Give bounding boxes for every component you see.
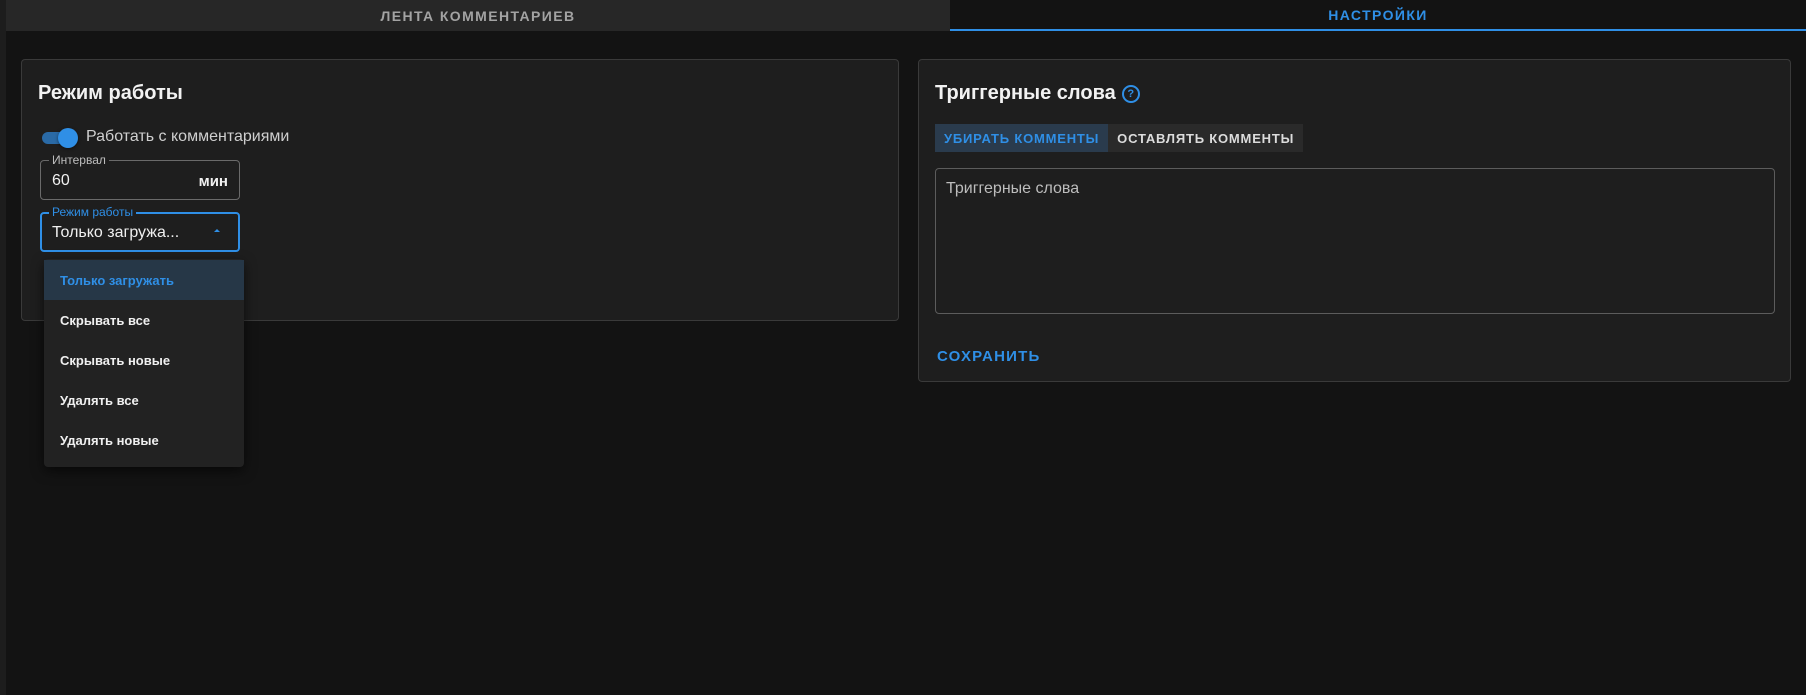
tab-comment-feed[interactable]: ЛЕНТА КОММЕНТАРИЕВ [6,0,950,31]
top-tabs: ЛЕНТА КОММЕНТАРИЕВ НАСТРОЙКИ [6,0,1806,31]
tab-comment-feed-label: ЛЕНТА КОММЕНТАРИЕВ [380,7,576,24]
subtab-keep-comments[interactable]: ОСТАВЛЯТЬ КОММЕНТЫ [1108,124,1304,152]
interval-unit: мин [198,173,228,190]
interval-value: 60 [52,172,70,189]
mode-option-hide-all[interactable]: Скрывать все [44,300,244,340]
mode-card-title: Режим работы [38,82,183,104]
caret-up-icon[interactable] [214,229,220,232]
comments-toggle-label: Работать с комментариями [86,128,290,145]
subtab-remove-comments[interactable]: УБИРАТЬ КОММЕНТЫ [935,124,1109,152]
trigger-words-title: Триггерные слова [935,82,1116,104]
interval-label: Интервал [49,153,109,167]
comments-toggle-row: Работать с комментариями [40,126,289,148]
mode-option-delete-new[interactable]: Удалять новые [44,420,244,460]
help-circle-icon[interactable]: ? [1121,85,1140,103]
trigger-subtabs: УБИРАТЬ КОММЕНТЫ ОСТАВЛЯТЬ КОММЕНТЫ [935,124,1304,152]
interval-field[interactable]: Интервал 60 мин [40,153,240,200]
save-button[interactable]: СОХРАНИТЬ [929,340,1048,372]
tab-settings[interactable]: НАСТРОЙКИ [950,0,1806,31]
mode-option-hide-new[interactable]: Скрывать новые [44,340,244,380]
trigger-words-card: Триггерные слова? УБИРАТЬ КОММЕНТЫ ОСТАВ… [918,59,1791,382]
comments-toggle[interactable] [40,126,78,148]
trigger-words-title-row: Триггерные слова? [935,82,1140,105]
mode-select-menu: Только загружать Скрывать все Скрывать н… [44,259,244,467]
trigger-words-input[interactable] [935,168,1775,314]
mode-option-load-only[interactable]: Только загружать [44,260,244,300]
tab-settings-label: НАСТРОЙКИ [1328,6,1428,23]
mode-select-label: Режим работы [49,205,137,219]
toggle-thumb [58,128,78,148]
mode-select-value: Только загружа... [52,224,180,241]
mode-select[interactable]: Режим работы Только загружа... [40,205,240,252]
mode-option-delete-all[interactable]: Удалять все [44,380,244,420]
app-root: ЛЕНТА КОММЕНТАРИЕВ НАСТРОЙКИ Режим работ… [0,0,1806,695]
